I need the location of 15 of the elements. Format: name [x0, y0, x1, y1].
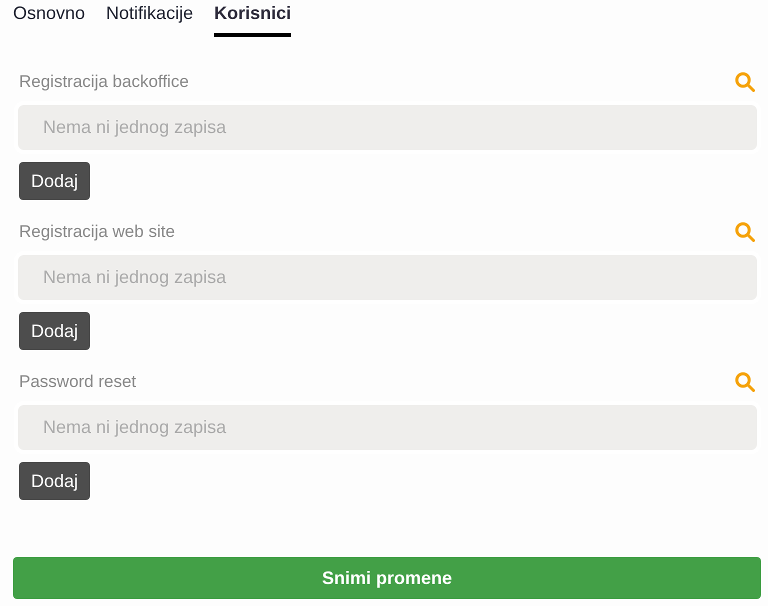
empty-records-message: Nema ni jednog zapisa: [43, 417, 226, 438]
section-title: Password reset: [18, 372, 136, 392]
search-icon[interactable]: [735, 222, 755, 242]
add-button[interactable]: Dodaj: [19, 312, 90, 350]
section-title: Registracija web site: [18, 222, 175, 242]
add-button[interactable]: Dodaj: [19, 462, 90, 500]
tab[interactable]: Notifikacije: [106, 0, 194, 37]
search-icon[interactable]: [735, 72, 755, 92]
empty-records-message: Nema ni jednog zapisa: [43, 117, 226, 138]
search-icon[interactable]: [735, 372, 755, 392]
section-title: Registracija backoffice: [18, 72, 189, 92]
tab[interactable]: Osnovno: [13, 0, 86, 37]
tab[interactable]: Korisnici: [214, 0, 292, 37]
empty-records-message: Nema ni jednog zapisa: [43, 267, 226, 288]
add-button[interactable]: Dodaj: [19, 162, 90, 200]
